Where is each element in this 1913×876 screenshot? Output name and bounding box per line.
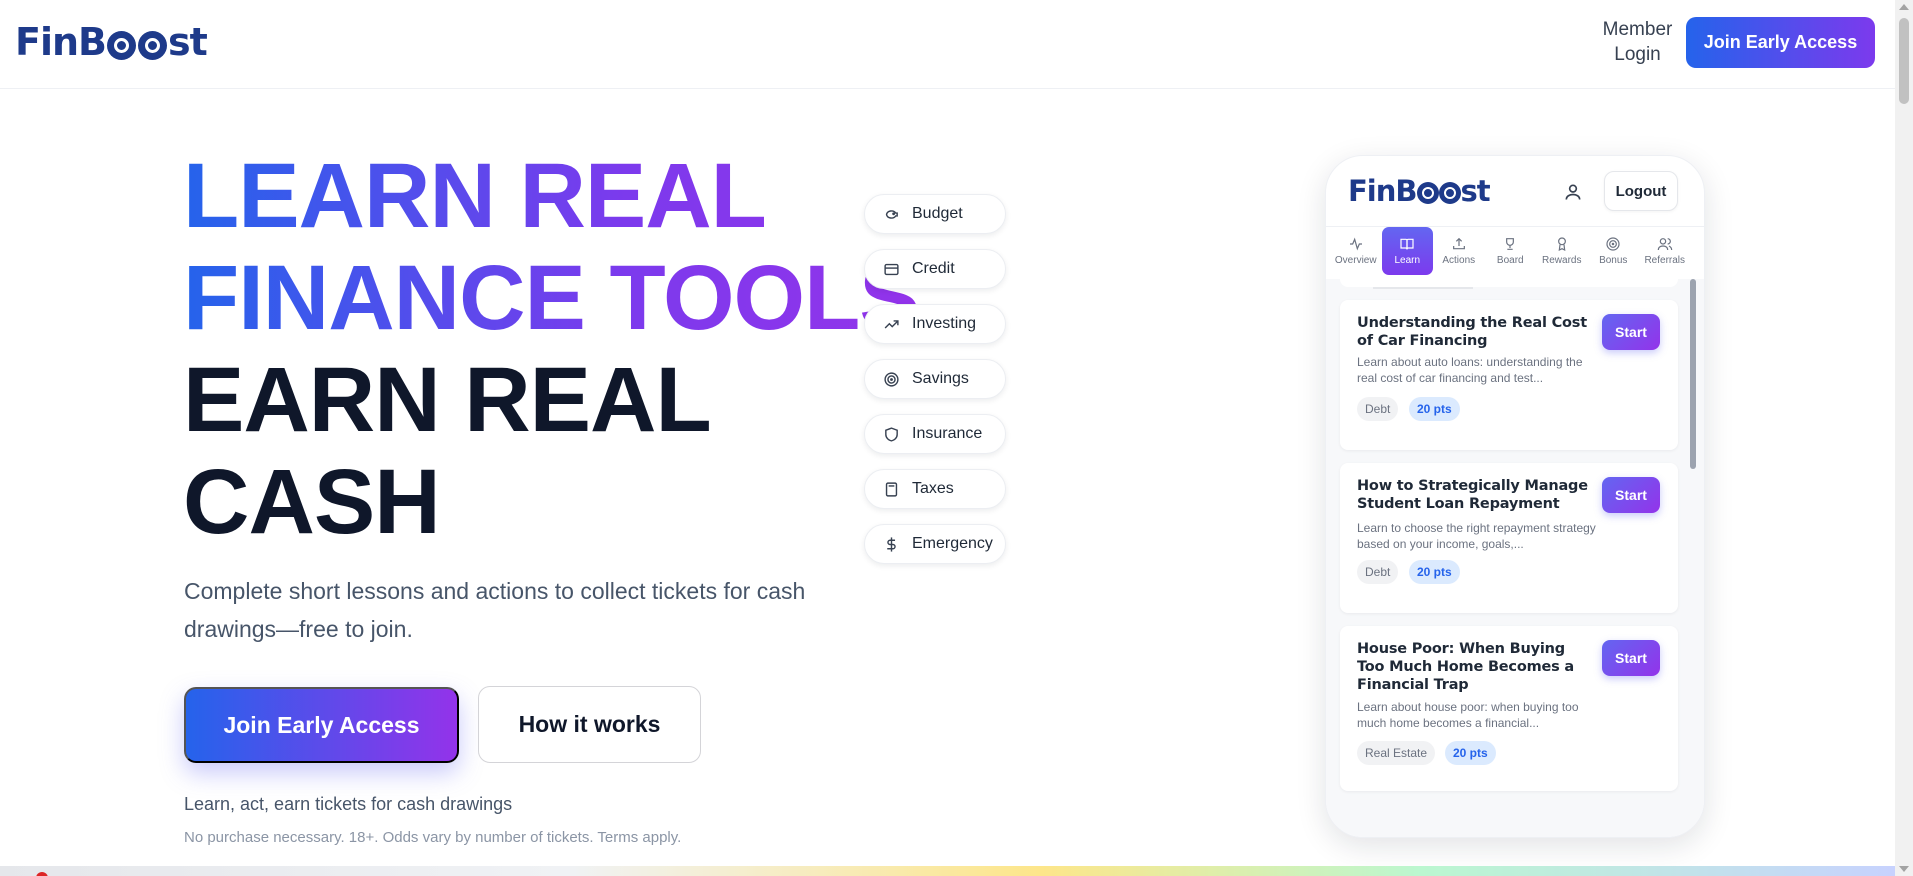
lesson-title: How to Strategically Manage Student Loan… <box>1357 478 1588 512</box>
category-label: Taxes <box>912 480 954 497</box>
category-label: Budget <box>912 205 963 222</box>
hero-line-1: LEARN REAL <box>183 145 920 247</box>
lesson-category-badge: Debt <box>1357 397 1399 421</box>
category-pill-budget[interactable]: Budget <box>864 194 1006 234</box>
tab-label: Actions <box>1442 255 1476 266</box>
tab-label: Board <box>1496 255 1524 266</box>
trophy-icon <box>1506 238 1515 250</box>
member-login-link[interactable]: Member Login <box>1590 17 1685 67</box>
tab-bonus[interactable]: Bonus <box>1588 227 1640 275</box>
start-lesson-button[interactable]: Start <box>1602 314 1660 350</box>
dollar-icon <box>882 535 900 553</box>
tab-label: Bonus <box>1599 255 1628 266</box>
tab-label: Learn <box>1394 255 1421 266</box>
target-icon <box>1606 237 1620 251</box>
finboost-logo[interactable]: FinB st <box>15 20 208 64</box>
lesson-description: Learn about auto loans: understanding th… <box>1357 355 1583 385</box>
tab-learn[interactable]: Learn <box>1381 227 1433 275</box>
user-icon[interactable] <box>1563 182 1583 202</box>
lesson-title: Understanding the Real Cost of Car Finan… <box>1357 315 1587 349</box>
tab-label: Rewards <box>1542 255 1582 266</box>
header-join-early-access-button[interactable]: Join Early Access <box>1686 17 1875 68</box>
scroll-up-arrow-icon[interactable] <box>1899 4 1909 10</box>
phone-scrollbar[interactable] <box>1690 279 1696 469</box>
scroll-down-arrow-icon[interactable] <box>1899 866 1909 872</box>
credit-card-icon <box>882 260 900 278</box>
lesson-category-badge: Debt <box>1357 560 1399 584</box>
target-icon <box>882 370 900 388</box>
hero-line-3: EARN REAL <box>183 349 712 451</box>
lesson-card[interactable]: House Poor: When Buying Too Much Home Be… <box>1340 626 1678 791</box>
book-icon <box>1400 238 1414 250</box>
calculator-icon <box>882 480 900 498</box>
lesson-description: Learn to choose the right repayment stra… <box>1357 521 1596 551</box>
fine-print: No purchase necessary. 18+. Odds vary by… <box>184 829 682 846</box>
site-header: FinB st Member Login Join Early Access <box>0 0 1895 89</box>
category-pill-emergency[interactable]: Emergency <box>864 524 1006 564</box>
phone-header: FinB st Logout <box>1326 156 1704 227</box>
lesson-points-badge: 20 pts <box>1409 397 1460 421</box>
hero-line-2: FINANCE TOOLS <box>183 247 921 349</box>
taskbar-app-icon <box>36 872 48 876</box>
lesson-title: House Poor: When Buying Too Much Home Be… <box>1357 641 1574 693</box>
category-pill-savings[interactable]: Savings <box>864 359 1006 399</box>
category-pill-taxes[interactable]: Taxes <box>864 469 1006 509</box>
scrollbar-thumb[interactable] <box>1899 18 1909 104</box>
category-label: Emergency <box>912 535 993 552</box>
piggy-bank-icon <box>882 205 900 223</box>
category-label: Insurance <box>912 425 983 442</box>
hero-line-4: CASH <box>183 451 441 553</box>
tab-rewards[interactable]: Rewards <box>1536 227 1588 275</box>
tab-label: Referrals <box>1644 255 1686 266</box>
category-label: Savings <box>912 370 969 387</box>
tab-overview[interactable]: Overview <box>1330 227 1382 275</box>
activity-icon <box>1349 237 1362 251</box>
users-icon <box>1657 238 1673 251</box>
start-lesson-button[interactable]: Start <box>1602 640 1660 676</box>
upload-icon <box>1452 237 1465 250</box>
lesson-points-badge: 20 pts <box>1445 741 1496 765</box>
category-pill-investing[interactable]: Investing <box>864 304 1006 344</box>
previous-lesson-card <box>1340 279 1678 289</box>
category-label: Credit <box>912 260 955 277</box>
tab-referrals[interactable]: Referrals <box>1639 227 1691 275</box>
start-lesson-button[interactable]: Start <box>1602 477 1660 513</box>
tab-board[interactable]: Board <box>1485 227 1537 275</box>
join-early-access-button[interactable]: Join Early Access <box>184 687 459 763</box>
lesson-points-badge: 20 pts <box>1409 560 1460 584</box>
hero-note: Learn, act, earn tickets for cash drawin… <box>184 794 513 814</box>
lesson-card[interactable]: How to Strategically Manage Student Loan… <box>1340 463 1678 613</box>
page-scrollbar[interactable] <box>1895 0 1913 876</box>
hero-title: LEARN REAL FINANCE TOOLS EARN REAL CASH <box>183 145 921 553</box>
tab-label: Overview <box>1334 255 1377 266</box>
phone-tab-bar: Overview Learn Actions Board Rewards Bon… <box>1326 227 1704 279</box>
bottom-taskbar-edge <box>0 866 1895 876</box>
how-it-works-button[interactable]: How it works <box>478 686 701 763</box>
logout-button[interactable]: Logout <box>1604 171 1678 211</box>
tab-actions[interactable]: Actions <box>1433 227 1485 275</box>
lesson-card[interactable]: Understanding the Real Cost of Car Finan… <box>1340 300 1678 450</box>
phone-mockup: FinB st Logout Overview Learn Actions Boa… <box>1325 155 1705 838</box>
lesson-description: Learn about house poor: when buying too … <box>1357 700 1579 730</box>
category-pill-credit[interactable]: Credit <box>864 249 1006 289</box>
lesson-category-badge: Real Estate <box>1357 741 1436 765</box>
hero-subtitle: Complete short lessons and actions to co… <box>184 578 806 642</box>
lessons-list[interactable]: Understanding the Real Cost of Car Finan… <box>1326 279 1704 837</box>
phone-finboost-logo: FinB st <box>1348 174 1491 208</box>
award-icon <box>1557 237 1566 252</box>
category-pill-insurance[interactable]: Insurance <box>864 414 1006 454</box>
shield-icon <box>882 425 900 443</box>
category-label: Investing <box>912 315 977 332</box>
trending-up-icon <box>882 315 900 333</box>
